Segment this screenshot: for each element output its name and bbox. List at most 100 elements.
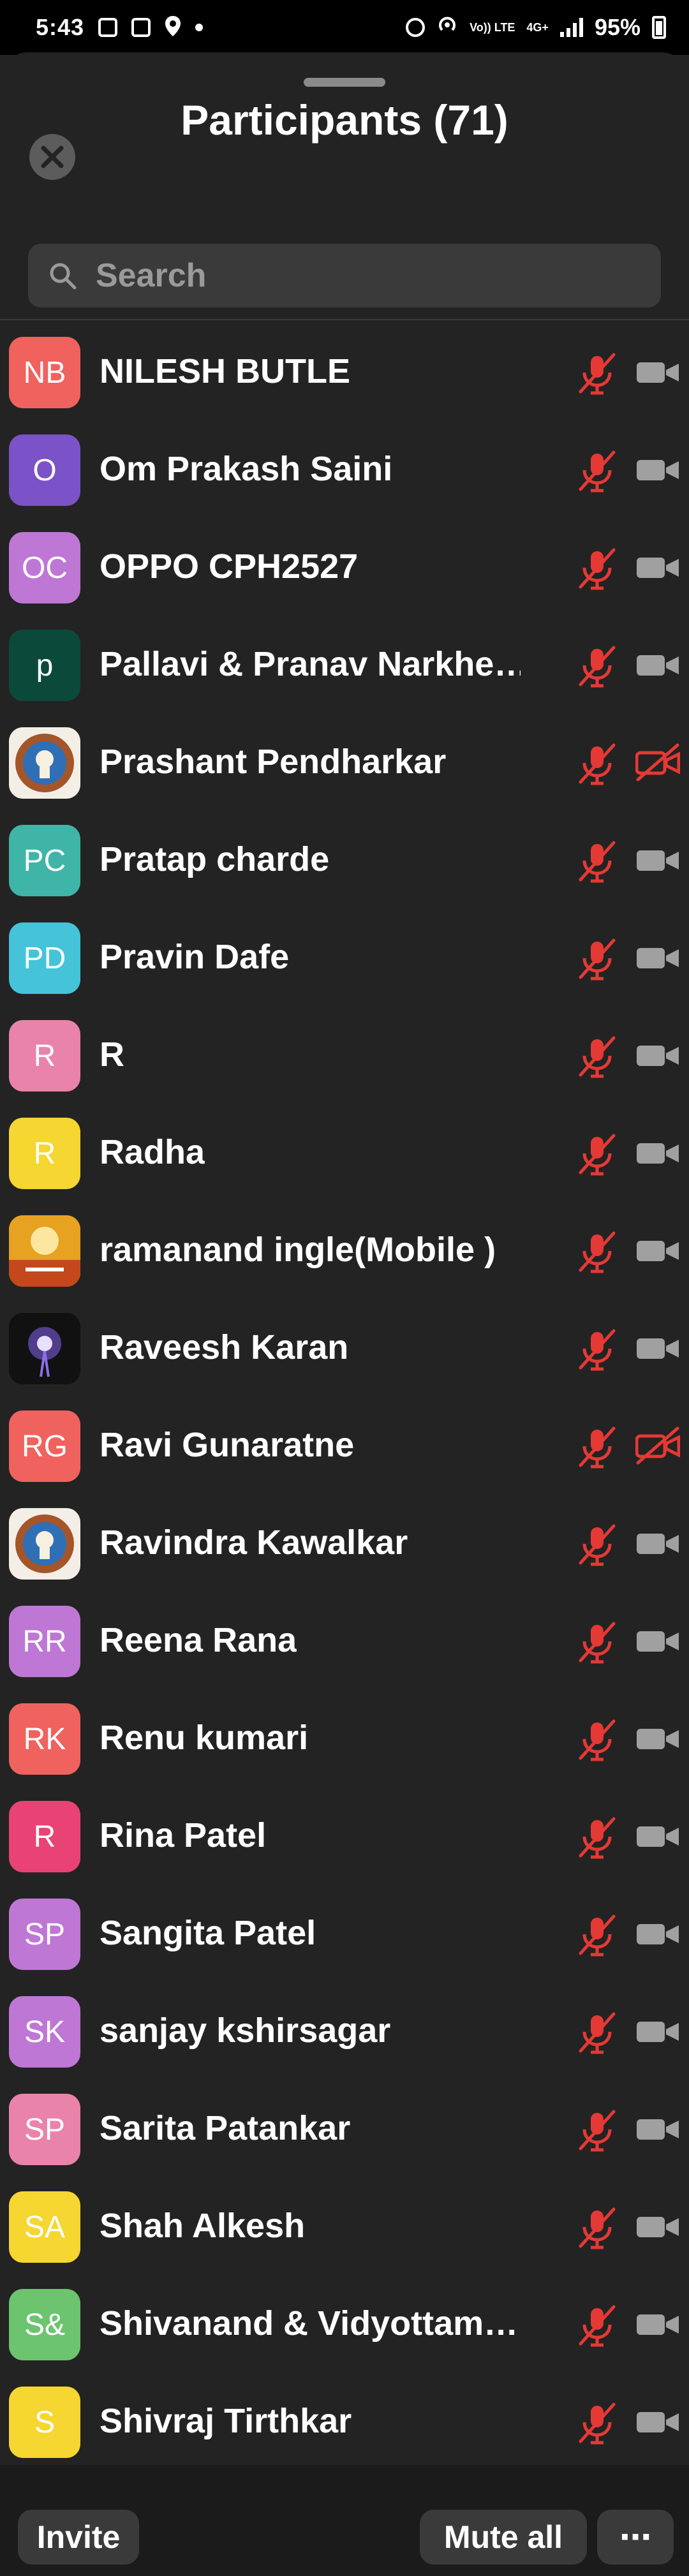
participant-row[interactable]: Raveesh Karan [0, 1299, 689, 1396]
avatar: PD [9, 922, 80, 994]
muted-mic-icon[interactable] [574, 1815, 620, 1861]
participant-name: Rina Patel [100, 1816, 267, 1854]
participant-name: Ravi Gunaratne [100, 1426, 355, 1464]
video-camera-icon[interactable] [635, 2011, 680, 2051]
participant-row[interactable]: ramanand ingle(Mobile ) [0, 1201, 689, 1299]
video-off-icon[interactable] [635, 743, 680, 782]
glow-avatar-image [9, 1313, 80, 1384]
mute-all-button[interactable]: Mute all [420, 2510, 587, 2565]
video-camera-icon[interactable] [635, 1719, 680, 1758]
participant-row[interactable]: O Om Prakash Saini [0, 420, 689, 518]
muted-mic-icon[interactable] [574, 2401, 620, 2446]
participant-row[interactable]: OC OPPO CPH2527 [0, 518, 689, 616]
video-camera-icon[interactable] [635, 1328, 680, 1368]
invite-button[interactable]: Invite [18, 2510, 139, 2565]
participant-name: Pallavi & Pranav Narkhe… [100, 645, 521, 683]
participant-row[interactable]: SK sanjay kshirsagar [0, 1982, 689, 2080]
video-camera-icon[interactable] [635, 1816, 680, 1856]
muted-mic-icon[interactable] [574, 351, 620, 397]
avatar: RG [9, 1410, 80, 1482]
more-notifications-dot [195, 24, 204, 31]
video-camera-icon[interactable] [635, 547, 680, 587]
muted-mic-icon[interactable] [574, 1229, 620, 1275]
avatar [9, 1215, 80, 1287]
calendar-notification-icon [131, 18, 151, 37]
close-icon [41, 145, 64, 168]
participant-list: NB NILESH BUTLE O Om Prakash Saini OC OP… [0, 323, 689, 2470]
muted-mic-icon[interactable] [574, 1425, 620, 1470]
muted-mic-icon[interactable] [574, 741, 620, 787]
participants-sheet: Participants (71) Search NB NILESH BUTLE… [0, 52, 689, 2576]
video-off-icon[interactable] [635, 1426, 680, 1465]
participant-row[interactable]: SP Sarita Patankar [0, 2080, 689, 2177]
participant-row[interactable]: Ravindra Kawalkar [0, 1494, 689, 1592]
logo-avatar-image [9, 1215, 80, 1287]
muted-mic-icon[interactable] [574, 2108, 620, 2154]
participant-row[interactable]: RR Reena Rana [0, 1592, 689, 1689]
participant-row[interactable]: RG Ravi Gunaratne [0, 1396, 689, 1494]
close-button[interactable] [29, 134, 75, 180]
muted-mic-icon[interactable] [574, 839, 620, 885]
video-camera-icon[interactable] [635, 645, 680, 685]
alarm-icon [406, 18, 426, 37]
status-time: 5:43 [36, 14, 85, 40]
participant-name: Shah Alkesh [100, 2207, 306, 2245]
participant-name: OPPO CPH2527 [100, 547, 359, 586]
muted-mic-icon[interactable] [574, 448, 620, 494]
video-camera-icon[interactable] [635, 450, 680, 489]
video-camera-icon[interactable] [635, 2109, 680, 2149]
participant-row[interactable]: NB NILESH BUTLE [0, 323, 689, 420]
video-camera-icon[interactable] [635, 1133, 680, 1173]
muted-mic-icon[interactable] [574, 1522, 620, 1568]
participant-row[interactable]: Prashant Pendharkar [0, 713, 689, 811]
video-camera-icon[interactable] [635, 2207, 680, 2246]
participant-row[interactable]: R R [0, 1006, 689, 1104]
participant-row[interactable]: PD Pravin Dafe [0, 908, 689, 1006]
muted-mic-icon[interactable] [574, 1717, 620, 1763]
network-type: 4G+ [526, 21, 549, 34]
participant-row[interactable]: p Pallavi & Pranav Narkhe… [0, 616, 689, 713]
video-camera-icon[interactable] [635, 840, 680, 880]
participant-name: Radha [100, 1133, 205, 1171]
hotspot-icon [436, 14, 458, 41]
video-camera-icon[interactable] [635, 938, 680, 977]
participant-row[interactable]: SP Sangita Patel [0, 1884, 689, 1982]
muted-mic-icon[interactable] [574, 644, 620, 690]
avatar: S [9, 2387, 80, 2458]
video-camera-icon[interactable] [635, 1523, 680, 1563]
battery-icon [652, 16, 666, 39]
muted-mic-icon[interactable] [574, 546, 620, 592]
muted-mic-icon[interactable] [574, 1132, 620, 1178]
video-camera-icon[interactable] [635, 352, 680, 392]
participant-row[interactable]: R Rina Patel [0, 1787, 689, 1884]
muted-mic-icon[interactable] [574, 2010, 620, 2056]
video-camera-icon[interactable] [635, 2402, 680, 2441]
bottom-action-bar: Invite Mute all ⋯ [0, 2465, 689, 2576]
muted-mic-icon[interactable] [574, 1913, 620, 1958]
video-camera-icon[interactable] [635, 1621, 680, 1661]
participant-name: Sarita Patankar [100, 2109, 351, 2147]
video-camera-icon[interactable] [635, 1035, 680, 1075]
muted-mic-icon[interactable] [574, 2303, 620, 2349]
participant-row[interactable]: SA Shah Alkesh [0, 2177, 689, 2275]
participant-row[interactable]: R Radha [0, 1104, 689, 1201]
participant-row[interactable]: S Shivraj Tirthkar [0, 2372, 689, 2470]
avatar: SP [9, 2094, 80, 2165]
avatar: R [9, 1118, 80, 1189]
muted-mic-icon[interactable] [574, 1327, 620, 1373]
muted-mic-icon[interactable] [574, 936, 620, 982]
participant-row[interactable]: S& Shivanand & Vidyottam… [0, 2275, 689, 2372]
video-camera-icon[interactable] [635, 2304, 680, 2344]
participant-row[interactable]: RK Renu kumari [0, 1689, 689, 1787]
video-camera-icon[interactable] [635, 1231, 680, 1270]
video-camera-icon[interactable] [635, 1914, 680, 1953]
sheet-drag-handle[interactable] [304, 78, 385, 87]
search-input[interactable]: Search [28, 244, 661, 307]
more-options-button[interactable]: ⋯ [597, 2510, 674, 2565]
avatar: RR [9, 1606, 80, 1677]
muted-mic-icon[interactable] [574, 1034, 620, 1080]
emblem-avatar-image [9, 1508, 80, 1580]
participant-row[interactable]: PC Pratap charde [0, 811, 689, 908]
muted-mic-icon[interactable] [574, 2205, 620, 2251]
muted-mic-icon[interactable] [574, 1620, 620, 1666]
